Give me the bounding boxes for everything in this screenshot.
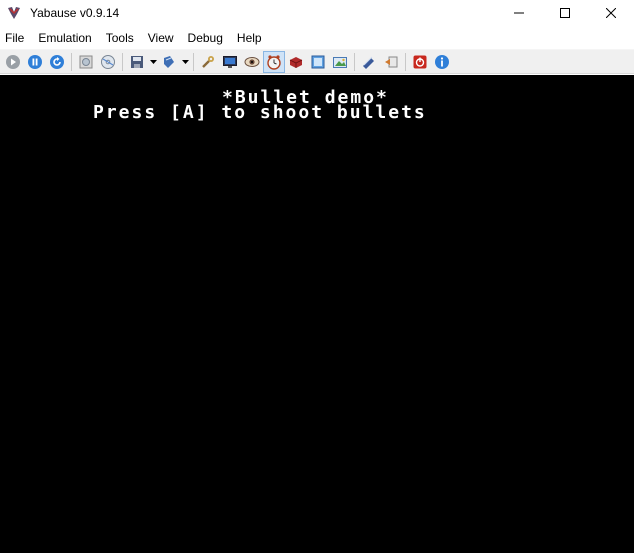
monitor-icon (223, 55, 237, 68)
pause-icon (28, 54, 42, 69)
emulator-screen[interactable]: *Bullet demo* Press [A] to shoot bullets (0, 75, 634, 553)
settings-button[interactable] (197, 51, 219, 73)
cartridge-icon (289, 56, 303, 68)
monitor-button[interactable] (219, 51, 241, 73)
load-state-icon (164, 55, 174, 68)
minimize-icon (514, 12, 524, 14)
clock-icon (267, 54, 281, 70)
load-state-dropdown[interactable] (180, 51, 190, 73)
cartridge-button[interactable] (285, 51, 307, 73)
toolbar-separator (71, 52, 72, 71)
eye-button[interactable] (241, 51, 263, 73)
run-button[interactable] (2, 51, 24, 73)
eye-icon (244, 56, 260, 67)
save-state-dropdown[interactable] (148, 51, 158, 73)
menu-file[interactable]: File (0, 28, 31, 48)
about-icon (435, 54, 449, 69)
menu-emulation[interactable]: Emulation (31, 28, 98, 48)
quit-icon (413, 55, 427, 68)
window-title: Yabause v0.9.14 (30, 6, 120, 20)
menu-bar: File Emulation Tools View Debug Help (0, 28, 634, 48)
quit-button[interactable] (409, 51, 431, 73)
reset-button[interactable] (46, 51, 68, 73)
menu-tools[interactable]: Tools (99, 28, 141, 48)
settings-icon (202, 55, 214, 68)
toolbar-separator (354, 52, 355, 71)
menu-debug[interactable]: Debug (181, 28, 230, 48)
minimize-button[interactable] (496, 0, 542, 26)
chevron-down-icon (149, 59, 157, 64)
menu-view[interactable]: View (141, 28, 181, 48)
clock-button[interactable] (263, 50, 285, 73)
run-icon (6, 54, 20, 69)
screenshot-icon (333, 56, 347, 68)
reset-icon (50, 54, 64, 69)
yabause-logo-icon[interactable] (6, 5, 22, 21)
toolbar-separator (122, 52, 123, 71)
load-state-button[interactable] (158, 51, 180, 73)
toolbar-separator (405, 52, 406, 71)
pause-button[interactable] (24, 51, 46, 73)
chevron-down-icon (181, 59, 189, 64)
demo-instruction-text: Press [A] to shoot bullets (93, 102, 427, 123)
close-button[interactable] (588, 0, 634, 26)
open-iso-button[interactable] (97, 51, 119, 73)
fullscreen-button[interactable] (307, 51, 329, 73)
about-button[interactable] (431, 51, 453, 73)
maximize-button[interactable] (542, 0, 588, 26)
save-state-button[interactable] (126, 51, 148, 73)
transfer-button[interactable] (380, 51, 402, 73)
toolbar (0, 49, 634, 74)
maximize-icon (560, 8, 570, 18)
screenshot-button[interactable] (329, 51, 351, 73)
close-icon (606, 8, 616, 18)
title-bar[interactable]: Yabause v0.9.14 (0, 0, 634, 26)
transfer-icon (385, 56, 398, 67)
toolbar-separator (193, 52, 194, 71)
open-cd-button[interactable] (75, 51, 97, 73)
save-state-icon (131, 55, 143, 68)
menu-help[interactable]: Help (230, 28, 269, 48)
cheats-icon (363, 56, 374, 69)
open-iso-icon (101, 54, 115, 69)
cheats-button[interactable] (358, 51, 380, 73)
open-cd-icon (79, 55, 93, 68)
fullscreen-icon (311, 55, 325, 68)
